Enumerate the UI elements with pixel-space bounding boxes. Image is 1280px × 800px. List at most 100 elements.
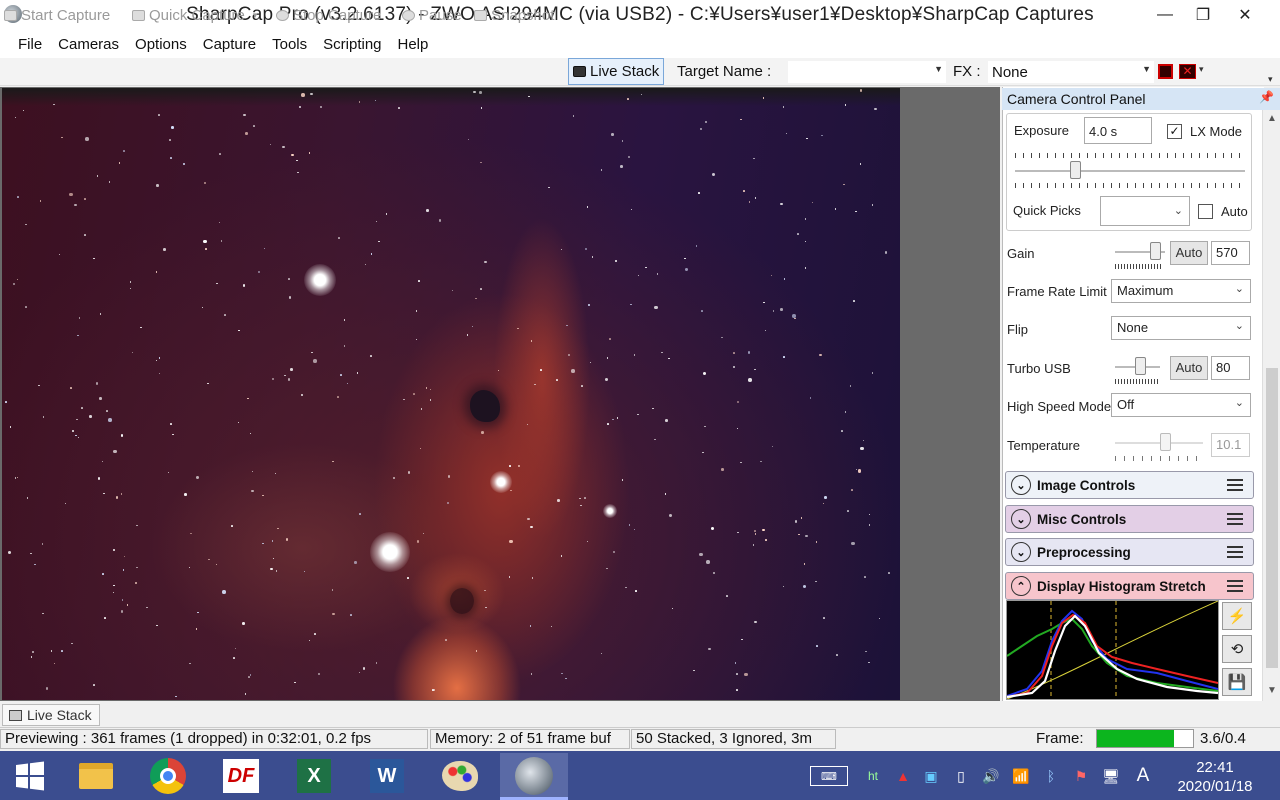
- hamburger-menu-icon[interactable]: [1227, 479, 1243, 491]
- star: [586, 206, 589, 208]
- paint-icon[interactable]: [440, 756, 480, 796]
- crosshair-icon[interactable]: ✕: [1179, 64, 1196, 79]
- menu-file[interactable]: File: [10, 36, 50, 53]
- pdf-icon[interactable]: ▲: [892, 765, 914, 787]
- start-capture-button[interactable]: Start Capture: [4, 4, 110, 26]
- star: [50, 650, 53, 652]
- auto-stretch-button[interactable]: ⚡: [1222, 602, 1252, 630]
- gain-input[interactable]: 570: [1211, 241, 1250, 265]
- star: [233, 657, 235, 659]
- quick-capture-dropdown-icon[interactable]: ▾: [253, 10, 258, 21]
- star: [425, 387, 428, 389]
- quick-picks-combo[interactable]: ⌄: [1100, 196, 1190, 226]
- ime-indicator[interactable]: A: [1132, 765, 1154, 787]
- menu-cameras[interactable]: Cameras: [50, 36, 127, 53]
- star: [301, 93, 305, 97]
- live-stack-button[interactable]: Live Stack: [568, 58, 665, 85]
- image-controls-section[interactable]: ⌄ Image Controls: [1005, 471, 1254, 499]
- live-stack-tab[interactable]: Live Stack: [2, 704, 100, 726]
- turbo-usb-auto-button[interactable]: Auto: [1170, 356, 1208, 380]
- star: [645, 266, 647, 269]
- turbo-usb-input[interactable]: 80: [1211, 356, 1250, 380]
- star: [282, 145, 285, 149]
- misc-controls-section[interactable]: ⌄ Misc Controls: [1005, 505, 1254, 533]
- histogram-stretch-display[interactable]: [1006, 600, 1219, 700]
- exposure-input[interactable]: 4.0 s: [1084, 117, 1152, 144]
- chrome-icon[interactable]: [148, 756, 188, 796]
- excel-icon[interactable]: X: [294, 756, 334, 796]
- bluetooth-icon[interactable]: ᛒ: [1040, 765, 1062, 787]
- hamburger-menu-icon[interactable]: [1227, 580, 1243, 592]
- flag-alert-icon[interactable]: ⚑: [1070, 765, 1092, 787]
- chevron-up-icon[interactable]: ⌃: [1011, 576, 1031, 596]
- quick-capture-button[interactable]: Quick Capture ▾: [132, 4, 257, 26]
- toolbar-overflow-icon[interactable]: ▾: [1268, 74, 1273, 85]
- panel-scrollbar[interactable]: ▲ ▼: [1262, 110, 1280, 701]
- turbo-usb-slider-thumb[interactable]: [1135, 357, 1147, 375]
- pin-icon[interactable]: 📌: [1259, 90, 1274, 104]
- menu-capture[interactable]: Capture: [195, 36, 264, 53]
- keyboard-icon[interactable]: ⌨: [810, 766, 848, 786]
- target-name-combo[interactable]: ▼: [788, 61, 946, 83]
- system-clock[interactable]: 22:41 2020/01/18: [1165, 758, 1265, 796]
- word-icon[interactable]: W: [367, 756, 407, 796]
- preprocessing-section[interactable]: ⌄ Preprocessing: [1005, 538, 1254, 566]
- flip-combo[interactable]: None ⌄: [1111, 316, 1251, 340]
- ht-app-icon[interactable]: ht: [862, 765, 884, 787]
- df-app-icon[interactable]: DF: [221, 756, 261, 796]
- fx-combo[interactable]: None ▼: [988, 61, 1154, 83]
- histogram-plot[interactable]: [1006, 600, 1219, 700]
- star: [530, 525, 533, 529]
- display-histogram-stretch-section[interactable]: ⌃ Display Histogram Stretch: [1005, 572, 1254, 600]
- save-stretch-button[interactable]: 💾: [1222, 668, 1252, 696]
- network-drive-icon[interactable]: ▣: [920, 765, 942, 787]
- high-speed-mode-combo[interactable]: Off ⌄: [1111, 393, 1251, 417]
- chevron-down-icon[interactable]: ⌄: [1011, 509, 1031, 529]
- maximize-button[interactable]: ❐: [1180, 0, 1226, 30]
- exposure-slider-track[interactable]: [1015, 170, 1245, 172]
- star: [358, 671, 361, 674]
- device-icon[interactable]: ▯: [950, 765, 972, 787]
- reset-stretch-button[interactable]: ⟲: [1222, 635, 1252, 663]
- snapshot-button[interactable]: Snapshot: [474, 4, 554, 26]
- close-button[interactable]: ✕: [1222, 0, 1268, 30]
- star: [287, 378, 291, 381]
- wifi-icon[interactable]: 📶: [1010, 765, 1032, 787]
- star: [475, 650, 478, 652]
- chevron-down-icon[interactable]: ⌄: [1011, 475, 1031, 495]
- star: [823, 617, 825, 619]
- monitor-icon[interactable]: 🖥: [1100, 765, 1122, 787]
- gain-slider-thumb[interactable]: [1150, 242, 1162, 260]
- overlay-dropdown-icon[interactable]: ▾: [1199, 64, 1204, 75]
- menu-tools[interactable]: Tools: [264, 36, 315, 53]
- stop-capture-button[interactable]: Stop Capture: [276, 4, 381, 26]
- star: [844, 411, 847, 413]
- menu-options[interactable]: Options: [127, 36, 195, 53]
- reticle-icon[interactable]: [1158, 64, 1173, 79]
- exposure-slider-thumb[interactable]: [1069, 161, 1081, 179]
- bright-star: [370, 532, 410, 572]
- live-stack-image[interactable]: [2, 88, 900, 700]
- chevron-down-icon[interactable]: ⌄: [1011, 542, 1031, 562]
- star: [510, 489, 512, 492]
- scroll-up-icon[interactable]: ▲: [1267, 113, 1277, 124]
- sharpcap-taskbar-button[interactable]: [500, 753, 568, 800]
- file-explorer-icon[interactable]: [76, 756, 116, 796]
- gain-auto-button[interactable]: Auto: [1170, 241, 1208, 265]
- hamburger-menu-icon[interactable]: [1227, 546, 1243, 558]
- windows-start-icon[interactable]: [10, 756, 50, 796]
- menu-help[interactable]: Help: [390, 36, 437, 53]
- volume-icon[interactable]: 🔊: [980, 765, 1002, 787]
- star: [76, 418, 78, 421]
- lx-mode-checkbox[interactable]: ✓: [1167, 124, 1182, 139]
- pause-button[interactable]: Pause: [402, 4, 462, 26]
- star: [253, 125, 255, 127]
- menu-scripting[interactable]: Scripting: [315, 36, 389, 53]
- frame-time-readout: 3.6/0.4: [1200, 730, 1246, 747]
- star: [155, 271, 158, 273]
- frame-rate-limit-combo[interactable]: Maximum ⌄: [1111, 279, 1251, 303]
- scrollbar-thumb[interactable]: [1266, 368, 1278, 668]
- scroll-down-icon[interactable]: ▼: [1267, 685, 1277, 696]
- quick-picks-auto-checkbox[interactable]: [1198, 204, 1213, 219]
- hamburger-menu-icon[interactable]: [1227, 513, 1243, 525]
